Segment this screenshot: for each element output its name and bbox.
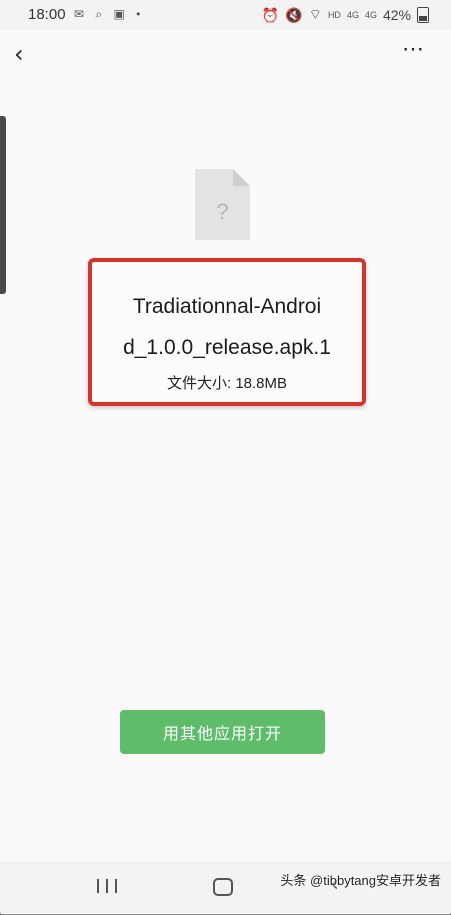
file-icon-glyph: ? xyxy=(216,199,228,224)
open-with-other-app-button[interactable]: 用其他应用打开 xyxy=(120,710,325,754)
battery-icon xyxy=(417,7,429,23)
signal-4g-icon: 4G xyxy=(364,10,377,20)
file-size: 文件大小: 18.8MB xyxy=(166,375,288,392)
alarm-icon: ⏰ xyxy=(261,6,280,23)
home-icon[interactable] xyxy=(213,878,233,896)
hd-icon: HD xyxy=(327,10,341,20)
status-left-icons: ✉ ⌕ ▣ • xyxy=(74,7,144,22)
image-icon: ▣ xyxy=(113,7,129,21)
file-name: Tradiationnal-Androi d_1.0.0_release.apk… xyxy=(92,286,362,368)
back-arrow-icon[interactable]: ‹ xyxy=(14,40,24,68)
file-name-line-1: Tradiationnal-Androi xyxy=(132,295,322,318)
wechat-icon: ✉ xyxy=(74,7,89,21)
file-name-line-2: d_1.0.0_release.apk.1 xyxy=(123,336,331,359)
battery-percent: 42% xyxy=(382,7,411,23)
status-right-icons: ⏰ 🔇 ⌔ HD 4G 4G 42% xyxy=(262,6,429,24)
file-info-card: Tradiationnal-Androi d_1.0.0_release.apk… xyxy=(88,258,366,406)
signal-4g-icon: 4G xyxy=(346,10,359,20)
side-edge-handle[interactable] xyxy=(0,116,6,294)
watermark: 头条 @tibbytang安卓开发者 xyxy=(280,873,441,888)
mute-icon: 🔇 xyxy=(285,6,303,23)
recent-apps-icon[interactable] xyxy=(97,879,117,893)
unknown-file-icon: ? xyxy=(195,169,250,240)
more-icon[interactable]: ⋯ xyxy=(402,36,425,62)
status-bar: 18:00 ✉ ⌕ ▣ • ⏰ 🔇 ⌔ HD 4G 4G 42% xyxy=(0,0,451,30)
status-time: 18:00 xyxy=(28,6,66,23)
search-icon: ⌕ xyxy=(95,7,107,21)
wifi-icon: ⌔ xyxy=(308,6,322,22)
dot-icon: • xyxy=(136,7,145,21)
